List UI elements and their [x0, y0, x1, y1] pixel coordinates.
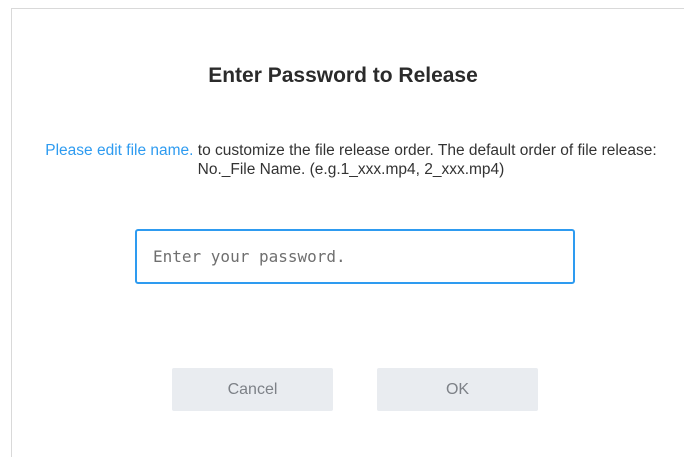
edit-file-name-link[interactable]: Please edit file name. — [45, 142, 193, 159]
release-password-dialog: Enter Password to Release Please edit fi… — [11, 8, 684, 457]
password-input[interactable] — [135, 229, 575, 284]
dialog-title: Enter Password to Release — [208, 64, 478, 87]
ok-button[interactable]: OK — [377, 368, 538, 411]
description-text: to customize the file release order. The… — [193, 142, 657, 178]
page: Enter Password to Release Please edit fi… — [0, 0, 684, 457]
dialog-description: Please edit file name. to customize the … — [36, 141, 666, 179]
cancel-button[interactable]: Cancel — [172, 368, 333, 411]
